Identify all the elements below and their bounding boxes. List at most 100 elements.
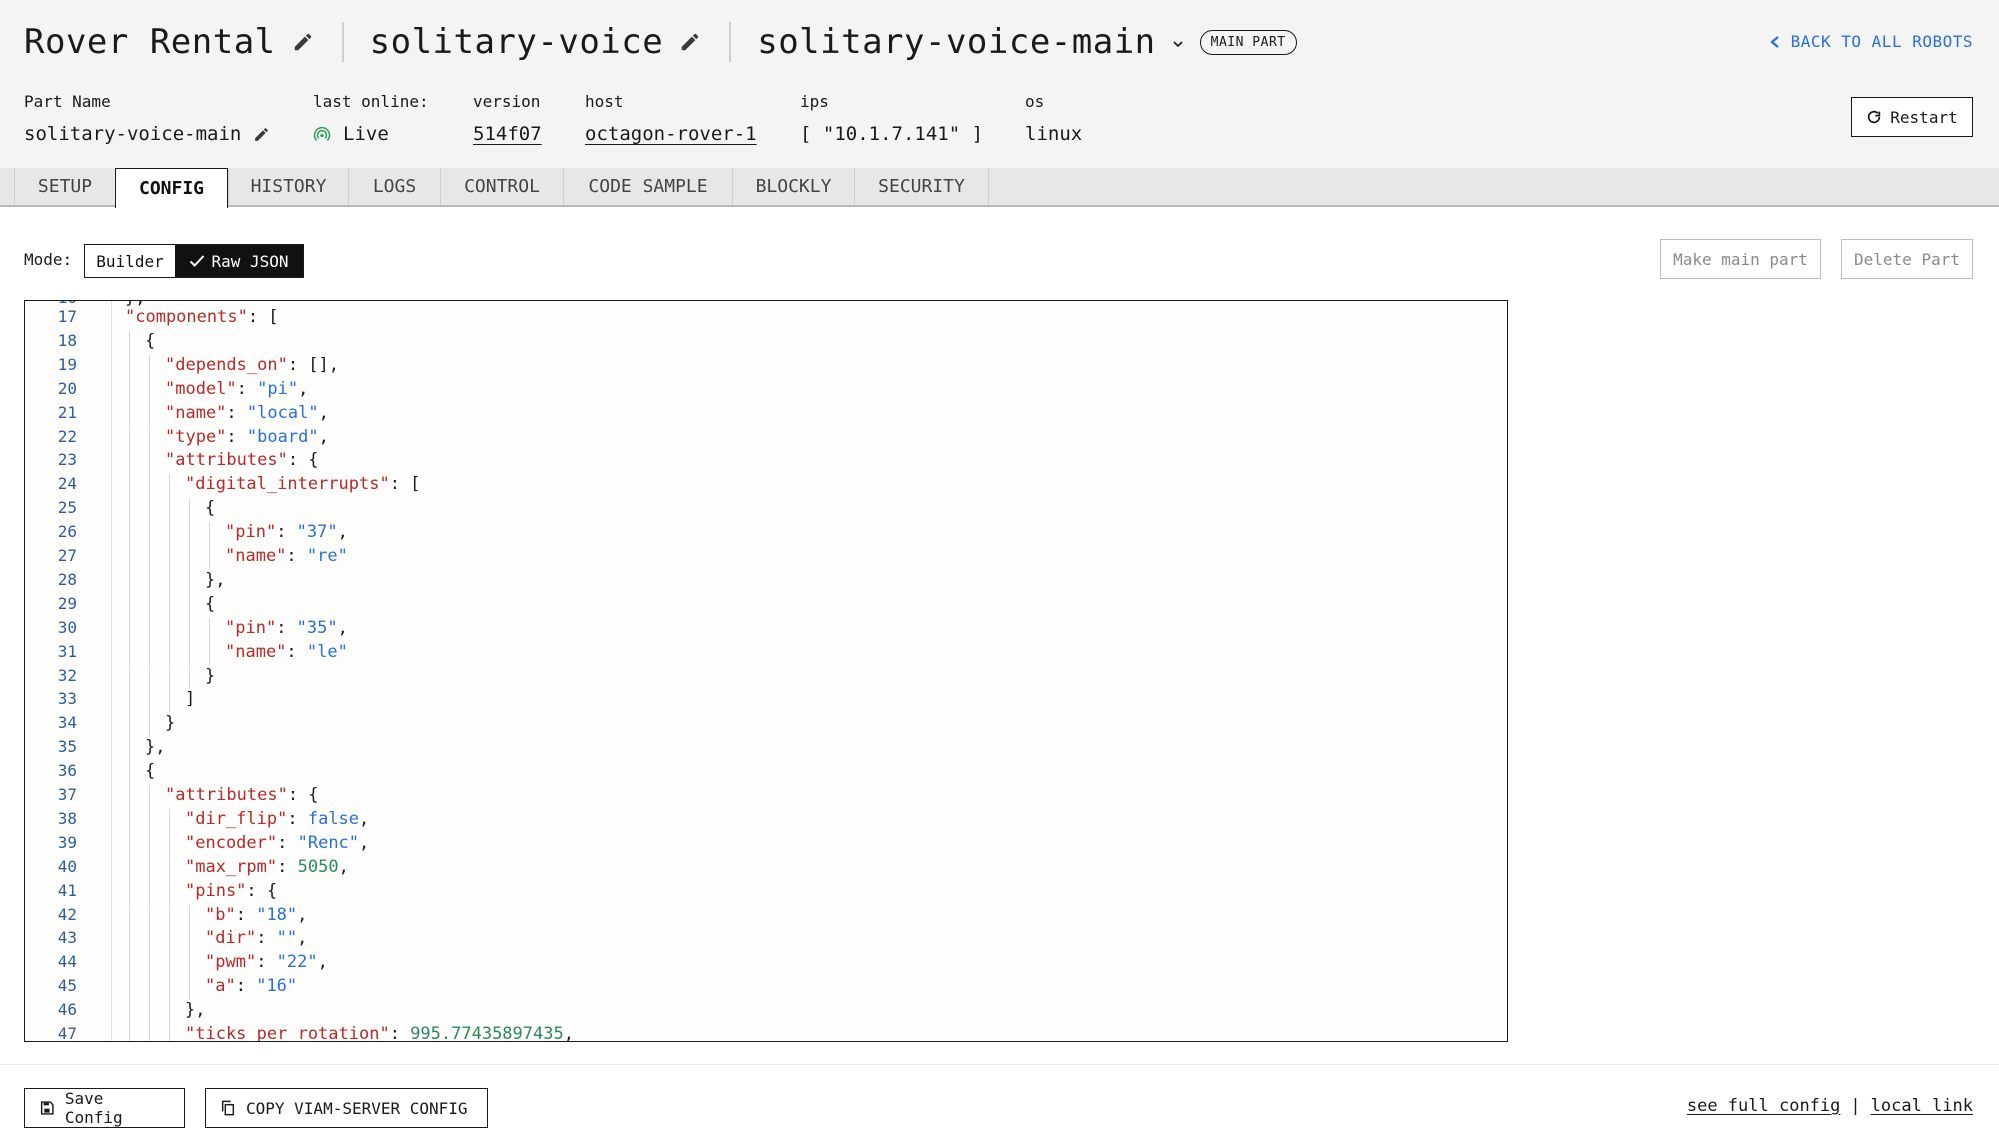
indent-guide [169, 522, 170, 546]
tab-history[interactable]: HISTORY [228, 168, 348, 205]
indent-guide [149, 808, 150, 833]
indent-guide [149, 665, 150, 690]
mode-toggle: Builder Raw JSON [84, 244, 304, 278]
meta-os: os linux [1025, 92, 1082, 145]
indent-guide [129, 928, 130, 953]
line-number: 19 [57, 354, 77, 374]
part-name-title[interactable]: solitary-voice-main [757, 22, 1155, 62]
indent-guide [129, 665, 130, 690]
copy-config-label: COPY VIAM-SERVER CONFIG [246, 1098, 468, 1118]
indent-guide [129, 402, 130, 427]
tab-logs[interactable]: LOGS [348, 168, 440, 205]
footer-link-separator: | [1850, 1096, 1861, 1116]
indent-guide [169, 474, 170, 499]
indent-guide [149, 1024, 150, 1041]
code-line: } [205, 665, 216, 686]
line-number: 26 [57, 522, 77, 542]
tab-control[interactable]: CONTROL [440, 168, 563, 205]
pencil-icon[interactable] [253, 126, 270, 143]
part-name-label: Part Name [24, 92, 111, 111]
code-line: "a": "16" [205, 976, 298, 997]
see-full-config-link[interactable]: see full config [1687, 1096, 1841, 1116]
indent-guide [169, 904, 170, 929]
indent-guide [169, 880, 170, 905]
indent-guide [149, 880, 150, 905]
header: Rover Rental solitary-voice solitary-voi… [0, 0, 1999, 168]
refresh-icon [1868, 110, 1881, 124]
line-number: 18 [57, 330, 77, 350]
code-line: "type": "board", [165, 426, 329, 447]
indent-guide [129, 689, 130, 714]
indent-guide [149, 689, 150, 714]
code-line: "pin": "37", [225, 522, 348, 543]
footer-divider [0, 1064, 1999, 1065]
line-number: 22 [57, 426, 77, 446]
indent-guide [189, 522, 190, 546]
make-main-part-button[interactable]: Make main part [1660, 239, 1821, 279]
line-number-partial: 16 [25, 301, 77, 307]
line-number: 29 [57, 593, 77, 613]
raw-json-mode-button[interactable]: Raw JSON [175, 245, 303, 277]
restart-label: Restart [1890, 107, 1958, 127]
indent-guide [129, 593, 130, 618]
tab-security[interactable]: SECURITY [854, 168, 989, 205]
copy-viam-server-config-button[interactable]: COPY VIAM-SERVER CONFIG [205, 1088, 488, 1128]
restart-button[interactable]: Restart [1851, 97, 1973, 137]
indent-guide [209, 522, 210, 546]
indent-guide [189, 976, 190, 1001]
delete-part-button[interactable]: Delete Part [1841, 239, 1973, 279]
indent-guide [129, 761, 130, 785]
code-line: "components": [ [125, 307, 279, 327]
indent-guide [149, 569, 150, 594]
indent-guide [169, 1024, 170, 1041]
os-label: os [1025, 92, 1045, 111]
back-to-all-robots-link[interactable]: BACK TO ALL ROBOTS [1769, 32, 1973, 51]
pencil-icon[interactable] [679, 31, 701, 53]
code-line: "name": "re" [225, 546, 348, 566]
indent-guide [129, 856, 130, 881]
code-line: "attributes": { [165, 785, 319, 805]
indent-guide [129, 737, 130, 762]
version-link[interactable]: 514f07 [473, 123, 542, 145]
pencil-icon[interactable] [292, 31, 314, 53]
indent-guide [129, 880, 130, 905]
builder-mode-button[interactable]: Builder [85, 245, 175, 277]
indent-guide [169, 569, 170, 594]
indent-guide [169, 856, 170, 881]
code-line: "depends_on": [], [165, 354, 340, 375]
code-line: "name": "local", [165, 402, 329, 423]
indent-guide [149, 498, 150, 523]
indent-guide [149, 617, 150, 642]
indent-guide [129, 904, 130, 929]
indent-guide [129, 330, 130, 355]
indent-guide [169, 617, 170, 642]
line-number: 23 [57, 450, 77, 470]
line-number: 43 [57, 928, 77, 948]
code-line: "pin": "35", [225, 617, 348, 638]
main-part-badge: MAIN PART [1199, 29, 1297, 55]
code-line: "pwm": "22", [205, 952, 328, 973]
chevron-down-icon[interactable] [1170, 36, 1186, 52]
line-number: 36 [57, 761, 77, 781]
save-config-label: Save Config [64, 1089, 123, 1127]
indent-guide [189, 546, 190, 570]
indent-guide [169, 1000, 170, 1024]
tab-config[interactable]: CONFIG [115, 168, 228, 208]
line-number: 44 [57, 952, 77, 972]
indent-guide [189, 593, 190, 618]
indent-guide [189, 928, 190, 953]
last-online-value: Live [343, 123, 389, 145]
local-link[interactable]: local link [1871, 1096, 1973, 1116]
tab-code-sample[interactable]: CODE SAMPLE [563, 168, 732, 205]
indent-guide [149, 976, 150, 1001]
tab-blockly[interactable]: BLOCKLY [732, 168, 854, 205]
code-line: "dir_flip": false, [185, 808, 370, 829]
tab-setup[interactable]: SETUP [14, 168, 115, 205]
indent-guide [189, 904, 190, 929]
host-link[interactable]: octagon-rover-1 [585, 123, 757, 145]
json-editor[interactable]: 16 }, 17 "components": [18 {19 "depends_on"… [24, 300, 1508, 1042]
line-number: 37 [57, 785, 77, 804]
indent-guide [189, 641, 190, 666]
save-config-button[interactable]: Save Config [24, 1088, 185, 1128]
code-line: "pins": { [185, 880, 278, 901]
